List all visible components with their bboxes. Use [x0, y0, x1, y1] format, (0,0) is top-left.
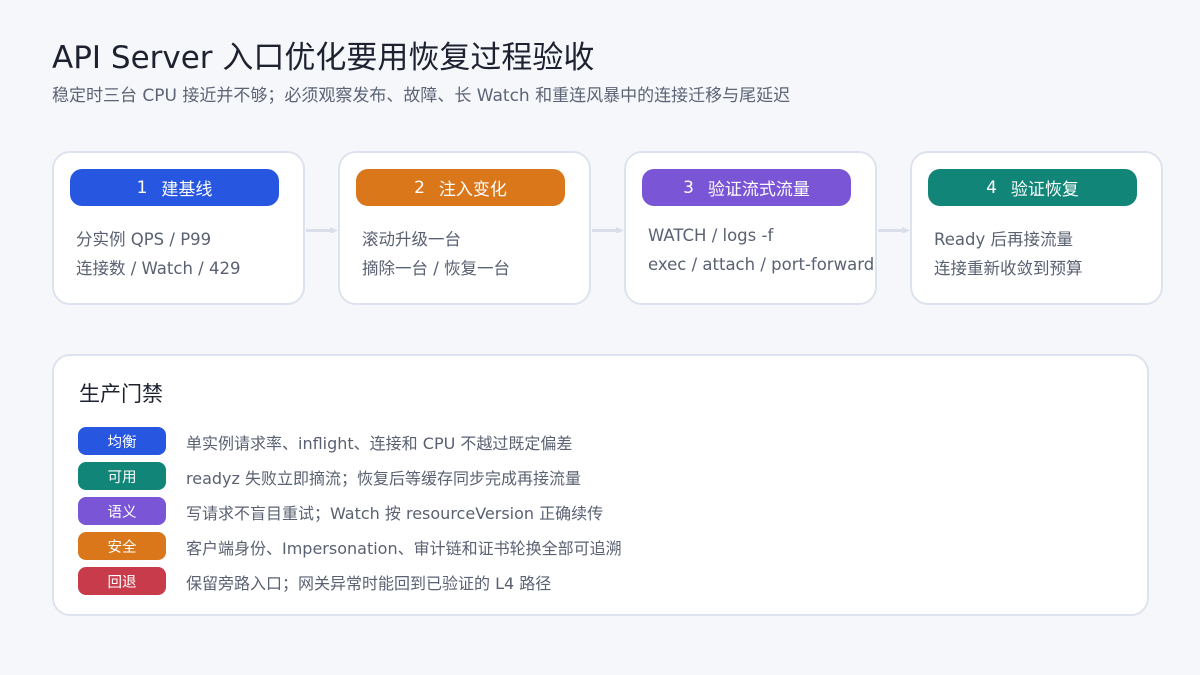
step-label: 验证恢复 — [1010, 180, 1079, 200]
gate-row-security: 安全 客户端身份、Impersonation、审计链和证书轮换全部可追溯 — [78, 531, 1128, 561]
gate-row-text: 写请求不盲目重试；Watch 按 resourceVersion 正确续传 — [186, 504, 604, 523]
gate-row-text: 单实例请求率、inflight、连接和 CPU 不越过既定偏差 — [186, 434, 573, 453]
step-header-recovery: 4 验证恢复 — [928, 169, 1137, 206]
step-detail: 连接重新收敛到预算 — [934, 259, 1083, 278]
arrow-right-icon — [592, 227, 624, 233]
step-detail: 分实例 QPS / P99 — [76, 230, 212, 249]
step-header-streaming: 3 验证流式流量 — [642, 169, 851, 206]
gate-row-text: 保留旁路入口；网关异常时能回到已验证的 L4 路径 — [186, 574, 552, 593]
gate-row-rollback: 回退 保留旁路入口；网关异常时能回到已验证的 L4 路径 — [78, 566, 1128, 596]
tag-badge: 语义 — [78, 497, 166, 525]
arrow-right-icon — [306, 227, 338, 233]
step-card-recovery: 4 验证恢复 Ready 后再接流量 连接重新收敛到预算 — [910, 151, 1163, 305]
gate-title: 生产门禁 — [79, 382, 163, 406]
step-label: 建基线 — [161, 180, 213, 200]
gate-row-text: readyz 失败立即摘流；恢复后等缓存同步完成再接流量 — [186, 469, 581, 488]
tag-badge: 安全 — [78, 532, 166, 560]
step-detail: 连接数 / Watch / 429 — [76, 259, 241, 278]
step-detail: 摘除一台 / 恢复一台 — [362, 259, 511, 278]
step-card-inject-change: 2 注入变化 滚动升级一台 摘除一台 / 恢复一台 — [338, 151, 591, 305]
step-label: 注入变化 — [438, 180, 507, 200]
step-number: 4 — [986, 177, 997, 198]
step-number: 3 — [683, 177, 694, 198]
step-detail: exec / attach / port-forward — [648, 255, 875, 274]
page-title: API Server 入口优化要用恢复过程验收 — [52, 40, 595, 76]
production-gate-panel: 生产门禁 均衡 单实例请求率、inflight、连接和 CPU 不越过既定偏差 … — [52, 354, 1149, 616]
step-header-inject-change: 2 注入变化 — [356, 169, 565, 206]
step-number: 1 — [136, 177, 148, 198]
page-subtitle: 稳定时三台 CPU 接近并不够；必须观察发布、故障、长 Watch 和重连风暴中… — [52, 86, 791, 106]
step-header-baseline: 1 建基线 — [70, 169, 279, 206]
gate-row-availability: 可用 readyz 失败立即摘流；恢复后等缓存同步完成再接流量 — [78, 461, 1128, 491]
gate-row-text: 客户端身份、Impersonation、审计链和证书轮换全部可追溯 — [186, 539, 622, 558]
arrow-right-icon — [878, 227, 910, 233]
tag-badge: 均衡 — [78, 427, 166, 455]
step-detail: Ready 后再接流量 — [934, 230, 1073, 249]
gate-row-balance: 均衡 单实例请求率、inflight、连接和 CPU 不越过既定偏差 — [78, 426, 1128, 456]
gate-row-semantics: 语义 写请求不盲目重试；Watch 按 resourceVersion 正确续传 — [78, 496, 1128, 526]
tag-badge: 可用 — [78, 462, 166, 490]
step-detail: WATCH / logs -f — [648, 226, 774, 245]
step-number: 2 — [414, 177, 425, 198]
step-card-baseline: 1 建基线 分实例 QPS / P99 连接数 / Watch / 429 — [52, 151, 305, 305]
tag-badge: 回退 — [78, 567, 166, 595]
step-label: 验证流式流量 — [707, 180, 810, 200]
step-card-streaming: 3 验证流式流量 WATCH / logs -f exec / attach /… — [624, 151, 877, 305]
step-detail: 滚动升级一台 — [362, 230, 461, 249]
